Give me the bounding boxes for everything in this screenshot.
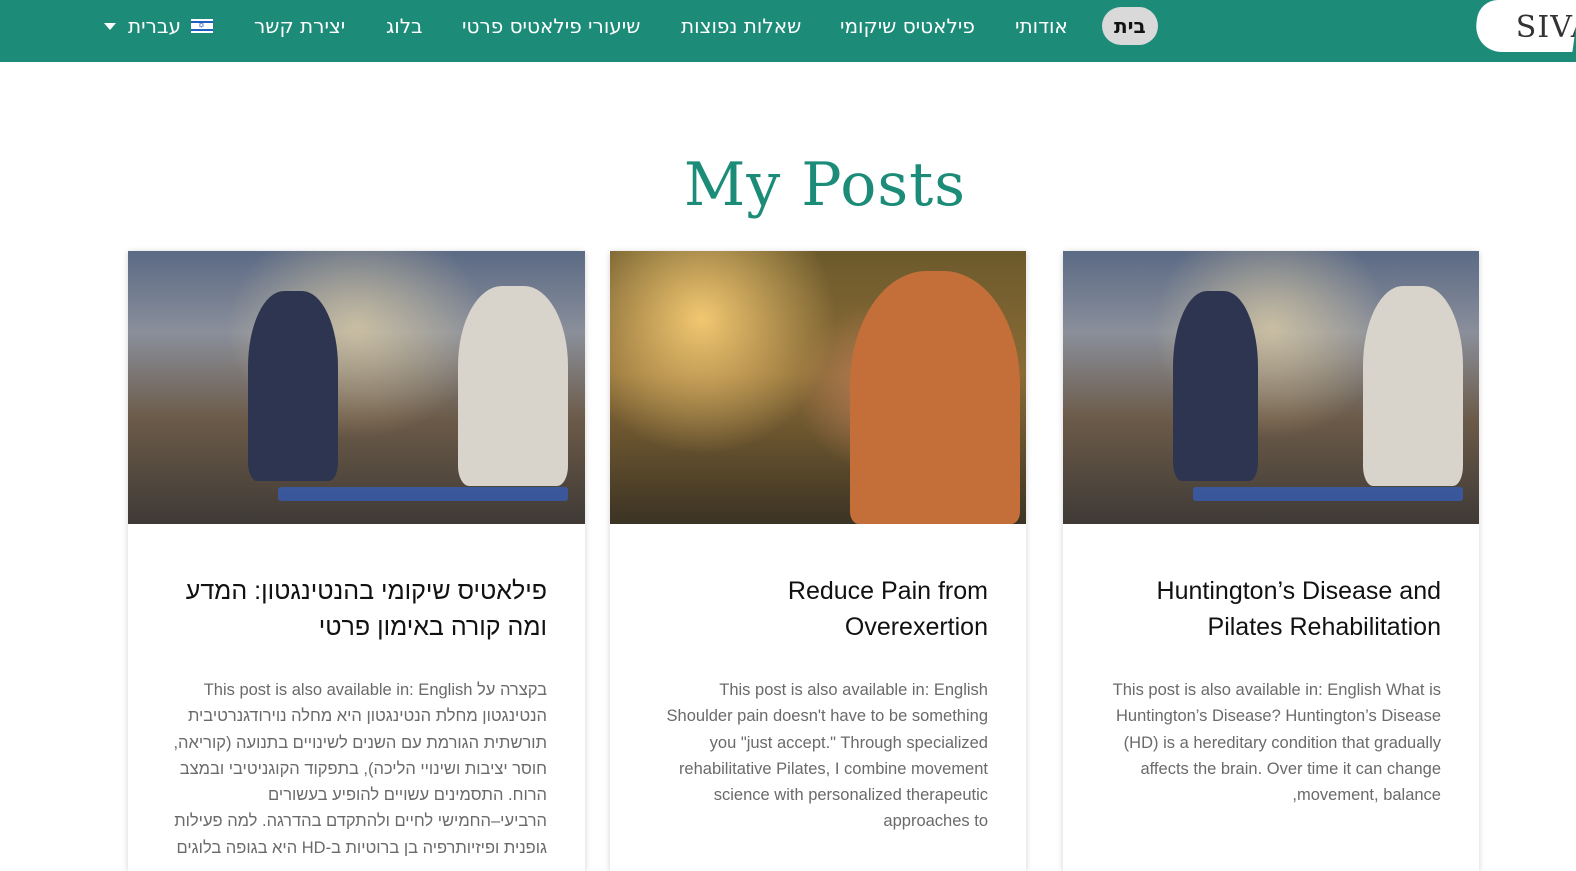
israel-flag-icon: ✡ (191, 19, 213, 33)
nav-about[interactable]: אודותי (1015, 6, 1068, 46)
post-image[interactable] (128, 251, 585, 524)
exercise-mat (1193, 487, 1463, 501)
logo-text: SIVA (1515, 10, 1576, 45)
post-excerpt: This post is also available in: English … (1112, 681, 1441, 805)
language-label: עברית (128, 14, 181, 38)
senior-figure (458, 286, 568, 486)
nav-contact[interactable]: יצירת קשר (254, 6, 345, 46)
trainer-figure (1173, 291, 1258, 481)
chevron-down-icon (104, 22, 116, 30)
post-card-huntingtons[interactable]: Huntington’s Disease and Pilates Rehabil… (1063, 251, 1479, 871)
nav-home[interactable]: בית (1102, 7, 1158, 45)
trainer-figure (248, 291, 338, 481)
post-title[interactable]: Huntington’s Disease and Pilates Rehabil… (1157, 573, 1441, 645)
post-title[interactable]: Reduce Pain from Overexertion (788, 573, 988, 645)
nav-private-lessons[interactable]: שיעורי פילאטיס פרטי (462, 6, 640, 46)
senior-figure (1363, 286, 1463, 486)
top-navigation-bar: עברית ✡ יצירת קשר בלוג שיעורי פילאטיס פר… (0, 0, 1576, 62)
nav-blog[interactable]: בלוג (386, 6, 423, 46)
man-figure (850, 271, 1020, 524)
exercise-mat (278, 487, 568, 501)
language-switcher[interactable]: עברית ✡ (104, 6, 213, 46)
post-excerpt: בקצרה על This post is also available in:… (173, 681, 547, 857)
post-excerpt: This post is also available in: English … (666, 681, 988, 831)
post-card-overexertion[interactable]: Reduce Pain from Overexertion This post … (610, 251, 1026, 871)
post-title[interactable]: פילאטיס שיקומי בהנטינגטון: המדע ומה קורה… (186, 573, 547, 645)
nav-rehab-pilates[interactable]: פילאטיס שיקומי (840, 6, 975, 46)
page-title: My Posts (683, 150, 967, 220)
post-image[interactable] (610, 251, 1026, 524)
post-card-hebrew[interactable]: פילאטיס שיקומי בהנטינגטון: המדע ומה קורה… (128, 251, 585, 871)
post-image[interactable] (1063, 251, 1479, 524)
site-logo[interactable]: SIVA (1472, 0, 1576, 52)
nav-faq[interactable]: שאלות נפוצות (681, 6, 801, 46)
